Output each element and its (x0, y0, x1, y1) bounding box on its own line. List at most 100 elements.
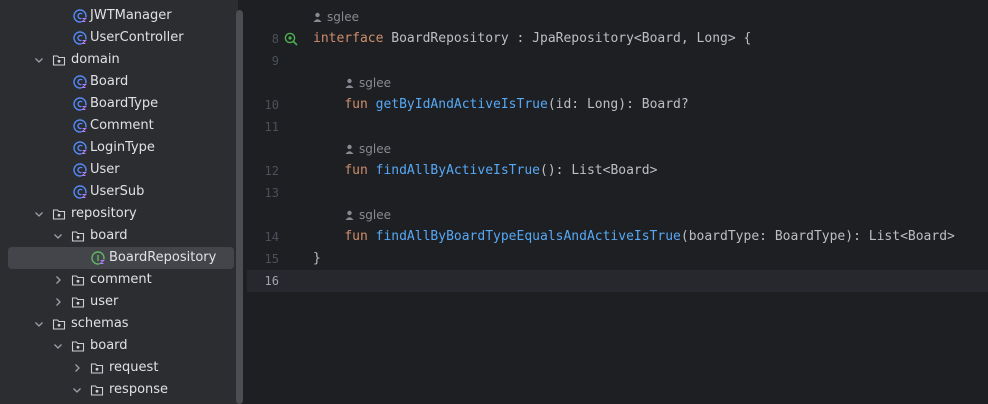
chevron-right-icon[interactable] (70, 361, 84, 375)
kotlin-class-icon (73, 31, 87, 45)
code-keyword: fun (344, 163, 368, 178)
line-number: 9 (271, 54, 279, 68)
implementation-gutter-icon[interactable] (284, 31, 298, 46)
tree-item-schemas[interactable]: schemas (8, 313, 234, 335)
tree-item-label: JWTManager (90, 8, 172, 23)
code-token: < (633, 31, 642, 46)
tree-item-repository-board[interactable]: board (8, 225, 234, 247)
tree-item-label: repository (71, 206, 137, 221)
code-token: Board (610, 163, 650, 178)
code-author-hint[interactable]: sglee (345, 138, 391, 160)
tree-item-label: Comment (90, 118, 154, 133)
code-token: , (680, 31, 697, 46)
package-folder-icon (90, 361, 104, 375)
tree-item-comment-class[interactable]: Comment (8, 115, 234, 137)
tree-item-label: UserSub (90, 184, 145, 199)
code-line[interactable]: } (313, 248, 321, 270)
line-number: 14 (264, 230, 279, 244)
package-folder-icon (71, 295, 85, 309)
code-token: > { (727, 31, 752, 46)
tree-item-schemas-board[interactable]: board (8, 335, 234, 357)
kotlin-class-icon (73, 75, 87, 89)
tree-item-boardrepository[interactable]: BoardRepository (8, 247, 234, 269)
tree-item-label: schemas (71, 316, 129, 331)
package-folder-icon (71, 339, 85, 353)
chevron-right-icon[interactable] (51, 273, 65, 287)
tree-item-request[interactable]: request (8, 357, 234, 379)
tree-item-usercontroller[interactable]: UserController (8, 27, 234, 49)
tree-item-label: User (90, 162, 120, 177)
tree-item-jwtmanager[interactable]: JWTManager (8, 5, 234, 27)
code-author-hint[interactable]: sglee (313, 6, 359, 28)
code-token: ( (547, 97, 556, 112)
author-name: sglee (359, 76, 391, 90)
package-folder-icon (71, 229, 85, 243)
code-author-hint[interactable]: sglee (345, 204, 391, 226)
tree-item-logintype[interactable]: LoginType (8, 137, 234, 159)
code-token: ): (845, 229, 869, 244)
tree-item-usersub[interactable]: UserSub (8, 181, 234, 203)
tree-item-user-class[interactable]: User (8, 159, 234, 181)
code-token: Long (586, 97, 619, 112)
tree-item-comment-package[interactable]: comment (8, 269, 234, 291)
code-editor[interactable]: sglee sglee sglee sglee 8 9 10 11 12 13 … (247, 0, 988, 404)
code-token: > (947, 229, 955, 244)
chevron-right-icon[interactable] (51, 295, 65, 309)
chevron-down-icon[interactable] (70, 383, 84, 397)
tree-item-label: board (90, 338, 128, 353)
tree-scrollbar[interactable] (236, 10, 243, 404)
code-token: > (649, 163, 658, 178)
tree-item-label: UserController (90, 30, 184, 45)
project-tree[interactable]: JWTManager UserController domain Board B… (0, 0, 238, 404)
code-token: ): (618, 97, 642, 112)
code-token: : (516, 31, 533, 46)
code-function-name: findAllByBoardTypeEqualsAndActiveIsTrue (375, 229, 681, 244)
code-line[interactable]: fun findAllByBoardTypeEqualsAndActiveIsT… (313, 226, 955, 248)
code-token: JpaRepository (532, 31, 634, 46)
kotlin-class-icon (73, 97, 87, 111)
person-icon (345, 205, 354, 227)
author-name: sglee (359, 208, 391, 222)
tree-item-label: response (109, 382, 169, 397)
chevron-down-icon[interactable] (51, 339, 65, 353)
code-function-name: getByIdAndActiveIsTrue (375, 97, 548, 112)
code-line[interactable]: fun getByIdAndActiveIsTrue(id: Long): Bo… (313, 94, 689, 116)
code-token: id (555, 97, 572, 112)
tree-item-label: BoardRepository (109, 250, 217, 265)
package-folder-icon (52, 53, 66, 67)
code-author-hint[interactable]: sglee (345, 72, 391, 94)
package-folder-icon (90, 383, 104, 397)
package-folder-icon (52, 207, 66, 221)
person-icon (345, 139, 354, 161)
line-number-current: 16 (264, 274, 279, 288)
code-token: } (313, 251, 321, 266)
code-token: ? (680, 97, 689, 112)
code-token: < (900, 229, 908, 244)
tree-item-label: LoginType (90, 140, 155, 155)
tree-item-domain[interactable]: domain (8, 49, 234, 71)
person-icon (313, 7, 322, 29)
chevron-down-icon[interactable] (32, 317, 46, 331)
chevron-down-icon[interactable] (32, 207, 46, 221)
code-keyword: fun (344, 97, 368, 112)
chevron-down-icon[interactable] (32, 53, 46, 67)
tree-item-repository[interactable]: repository (8, 203, 234, 225)
tree-item-label: comment (90, 272, 152, 287)
code-token: boardType (688, 229, 760, 244)
tree-item-label: user (90, 294, 119, 309)
kotlin-class-icon (73, 185, 87, 199)
tree-item-boardtype[interactable]: BoardType (8, 93, 234, 115)
code-token: Board (907, 229, 948, 244)
code-line[interactable]: interface BoardRepository : JpaRepositor… (313, 28, 751, 50)
tree-item-response[interactable]: response (8, 379, 234, 401)
chevron-down-icon[interactable] (51, 229, 65, 243)
kotlin-class-icon (73, 9, 87, 23)
code-token: : (571, 97, 587, 112)
tree-item-board[interactable]: Board (8, 71, 234, 93)
tree-item-user-package[interactable]: user (8, 291, 234, 313)
code-line[interactable]: fun findAllByActiveIsTrue(): List<Board> (313, 160, 657, 182)
